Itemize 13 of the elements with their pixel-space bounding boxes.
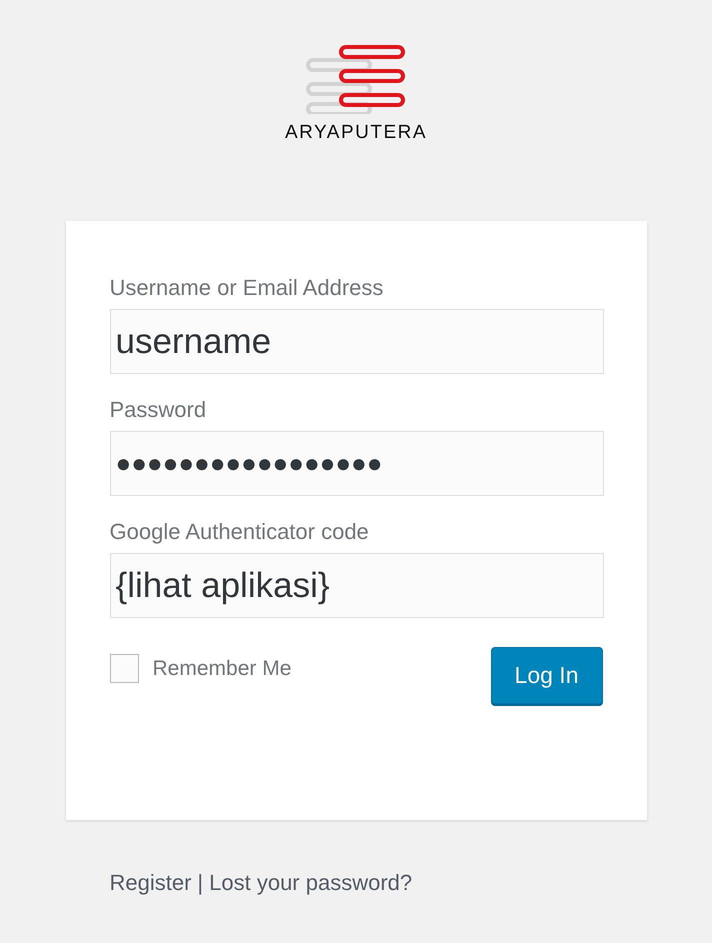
register-link[interactable]: Register [110, 870, 192, 896]
brand-name: ARYAPUTERA [284, 122, 428, 144]
field-label: Password [110, 397, 208, 423]
separator: | [197, 870, 204, 896]
input-field[interactable]: ●●●●●●●●●●●●●●●●● [110, 431, 604, 496]
field-label: Username or Email Address [110, 275, 384, 301]
input-field[interactable]: username [110, 309, 604, 374]
input-field[interactable]: {lihat aplikasi} [110, 553, 604, 618]
checkbox-label: Remember Me [152, 656, 292, 680]
lost-password-link[interactable]: Lost your password? [209, 870, 412, 896]
login-button[interactable]: Log In [490, 647, 602, 704]
field-label: Google Authenticator code [110, 519, 370, 545]
checkbox[interactable] [110, 654, 138, 683]
